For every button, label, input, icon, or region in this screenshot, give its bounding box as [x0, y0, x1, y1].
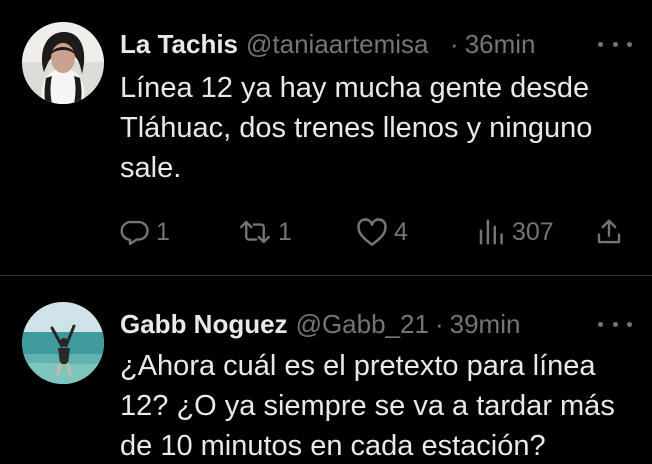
views-chart-icon — [479, 219, 503, 245]
tweet-header: Gabb Noguez @Gabb_21 · 39min — [120, 304, 632, 344]
avatar[interactable] — [22, 302, 104, 384]
user-handle[interactable]: @taniaartemisa — [246, 29, 444, 60]
avatar-photo — [22, 302, 104, 384]
more-horizontal-icon[interactable] — [598, 34, 632, 54]
tweet[interactable]: La Tachis @taniaartemisa · 36min Línea 1… — [0, 0, 652, 276]
retweet-button[interactable]: 1 — [238, 212, 292, 252]
retweet-count: 1 — [278, 217, 292, 246]
display-name[interactable]: Gabb Noguez — [120, 309, 288, 340]
separator-dot: · — [434, 308, 444, 339]
timestamp[interactable]: 39min — [450, 309, 521, 340]
tweet-text-line: ¿Ahora cuál es el pretexto para línea — [120, 350, 596, 382]
tweet-text-line: 12? ¿O ya siempre se va a tardar más — [120, 390, 615, 422]
separator-dot: · — [450, 28, 459, 59]
share-button[interactable] — [594, 212, 624, 252]
retweet-icon — [240, 220, 270, 244]
tweet-header: La Tachis @taniaartemisa · 36min — [120, 24, 632, 64]
like-button[interactable]: 4 — [356, 212, 408, 252]
avatar-photo — [22, 22, 104, 104]
tweet-text: ¿Ahora cuál es el pretexto para línea 12… — [120, 346, 622, 464]
tweet-text: Línea 12 ya hay mucha gente desde Tláhua… — [120, 68, 622, 188]
timestamp[interactable]: 36min — [465, 29, 536, 60]
tweet-text-line: Línea 12 ya hay mucha gente desde — [120, 72, 590, 104]
reply-count: 1 — [156, 217, 170, 246]
reply-button[interactable]: 1 — [120, 212, 170, 252]
tweet-actions: 1 1 4 307 — [120, 212, 628, 252]
heart-icon — [357, 218, 387, 246]
like-count: 4 — [394, 217, 408, 246]
timeline-feed: La Tachis @taniaartemisa · 36min Línea 1… — [0, 0, 652, 464]
share-icon — [597, 219, 621, 244]
avatar[interactable] — [22, 22, 104, 104]
tweet-text-line: Tláhuac, dos trenes llenos y ninguno — [120, 112, 593, 144]
more-horizontal-icon[interactable] — [598, 314, 632, 334]
display-name[interactable]: La Tachis — [120, 29, 238, 60]
tweet[interactable]: Gabb Noguez @Gabb_21 · 39min ¿Ahora cuál… — [0, 276, 652, 464]
tweet-text-line: de 10 minutos en cada estación? — [120, 430, 546, 462]
views-count: 307 — [512, 217, 554, 246]
reply-icon — [120, 220, 149, 246]
tweet-text-line: sale. — [120, 152, 182, 184]
user-handle[interactable]: @Gabb_21 — [296, 309, 429, 340]
views-button[interactable]: 307 — [476, 212, 554, 252]
